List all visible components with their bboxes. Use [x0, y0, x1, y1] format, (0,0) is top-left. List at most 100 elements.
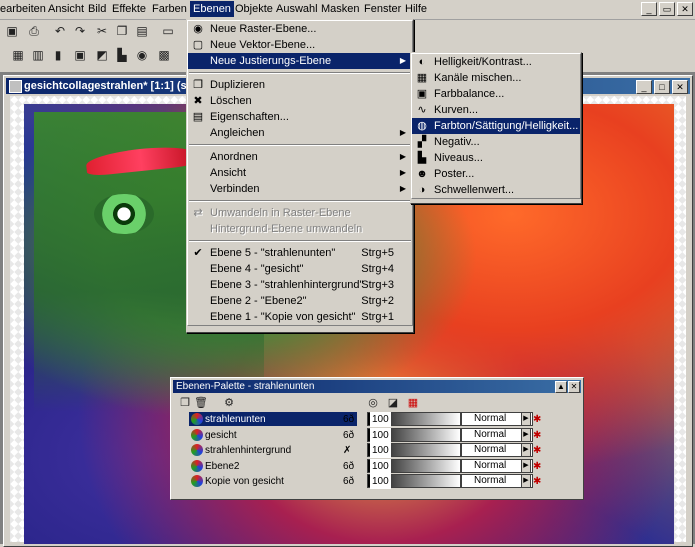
- menu-masken[interactable]: Masken: [321, 3, 360, 15]
- layer-opacity-slider[interactable]: 100: [367, 427, 461, 443]
- ebenen-item-ebene-3-strahlenhintergrund[interactable]: Ebene 3 - "strahlenhintergrund" Strg+3: [188, 277, 412, 293]
- layer-lock-icon[interactable]: ✱: [533, 428, 541, 443]
- cut-icon[interactable]: ✂: [94, 23, 110, 39]
- ebenen-item-ebene-4-gesicht[interactable]: Ebene 4 - "gesicht" Strg+4: [188, 261, 412, 277]
- brightness-icon: ◐: [418, 56, 426, 68]
- justierung-item-schwellenwert[interactable]: ◑ Schwellenwert...: [412, 182, 580, 198]
- histogram-icon[interactable]: ▙: [114, 47, 130, 63]
- layer-row[interactable]: Kopie von gesicht 6ð 100 Normal ▶ ✱: [177, 474, 547, 489]
- menu-bearbeiten[interactable]: earbeiten: [0, 3, 46, 15]
- menu-ansicht[interactable]: Ansicht: [48, 3, 84, 15]
- doc-minimize-icon[interactable]: _: [636, 80, 652, 94]
- screen-icon[interactable]: ▭: [160, 23, 176, 39]
- menu-objekte[interactable]: Objekte: [235, 3, 273, 15]
- menu-bild[interactable]: Bild: [88, 3, 106, 15]
- palette-title-bar[interactable]: Ebenen-Palette - strahlenunten ▲ ✕: [173, 380, 581, 393]
- print-icon[interactable]: ⎙: [26, 23, 42, 39]
- ebenen-item-ebene-5-strahlenunten[interactable]: ✔ Ebene 5 - "strahlenunten" Strg+5: [188, 245, 412, 261]
- mask-tab-icon[interactable]: ◪: [385, 395, 401, 411]
- layers-icon[interactable]: ◩: [94, 47, 110, 63]
- undo-icon[interactable]: ↶: [52, 23, 68, 39]
- menu-item-label: Eigenschaften...: [210, 111, 289, 123]
- close-icon[interactable]: ✕: [677, 2, 693, 16]
- ebenen-item-angleichen[interactable]: Angleichen ▶: [188, 125, 412, 141]
- palette-close-icon[interactable]: ✕: [568, 381, 580, 393]
- blend-dropdown-icon[interactable]: ▶: [521, 412, 531, 426]
- layer-name[interactable]: gesicht: [189, 428, 357, 442]
- layer-visibility-icon[interactable]: 6ð: [343, 428, 354, 443]
- ebenen-item-verbinden[interactable]: Verbinden ▶: [188, 181, 412, 197]
- layer-row[interactable]: gesicht 6ð 100 Normal ▶ ✱: [177, 427, 547, 443]
- justierung-item-poster[interactable]: ☻ Poster...: [412, 166, 580, 182]
- palette-pin-icon[interactable]: ▲: [555, 381, 567, 393]
- menu-ebenen[interactable]: Ebenen: [190, 1, 234, 17]
- layer-visibility-icon[interactable]: 6ð: [343, 412, 354, 427]
- blend-dropdown-icon[interactable]: ▶: [521, 458, 531, 473]
- layer-opacity-slider[interactable]: 100: [367, 458, 461, 474]
- paste-icon[interactable]: ▤: [134, 23, 150, 39]
- ebenen-item-ansicht[interactable]: Ansicht ▶: [188, 165, 412, 181]
- layer-name[interactable]: Ebene2: [189, 459, 357, 473]
- layer-opacity-slider[interactable]: 100: [367, 412, 461, 427]
- doc-close-icon[interactable]: ✕: [672, 80, 688, 94]
- layer-lock-icon[interactable]: ✱: [533, 412, 541, 427]
- justierung-item-niveaus[interactable]: ▙ Niveaus...: [412, 150, 580, 166]
- doc-maximize-icon[interactable]: □: [654, 80, 670, 94]
- minimize-icon[interactable]: _: [641, 2, 657, 16]
- grid-icon[interactable]: ▦: [10, 47, 26, 63]
- redo-icon[interactable]: ↷: [72, 23, 88, 39]
- layer-name[interactable]: strahlenunten: [189, 412, 357, 426]
- palette-icon[interactable]: ◉: [134, 47, 150, 63]
- layer-opacity-slider[interactable]: 100: [367, 443, 461, 458]
- layer-opacity-slider[interactable]: 100: [367, 474, 461, 489]
- menu-separator: [189, 72, 411, 74]
- justierung-item-negativ[interactable]: ▞ Negativ...: [412, 134, 580, 150]
- justierung-item-helligkeit-kontrast[interactable]: ◐ Helligkeit/Kontrast...: [412, 54, 580, 70]
- layer-name[interactable]: strahlenhintergrund: [189, 443, 357, 457]
- channels-tab-icon[interactable]: ▦: [405, 395, 421, 411]
- layer-row[interactable]: Ebene2 6ð 100 Normal ▶ ✱: [177, 458, 547, 474]
- tool-icon[interactable]: ▮: [50, 47, 66, 63]
- ebenen-item-neue-justierungs-ebene[interactable]: Neue Justierungs-Ebene ▶: [188, 53, 412, 69]
- blend-dropdown-icon[interactable]: ▶: [521, 443, 531, 457]
- layer-visibility-icon[interactable]: 6ð: [343, 459, 354, 474]
- layer-row[interactable]: strahlenunten 6ð 100 Normal ▶ ✱: [177, 412, 547, 427]
- overview-icon[interactable]: ▩: [156, 47, 172, 63]
- ebenen-item-ebene-2-ebene2[interactable]: Ebene 2 - "Ebene2" Strg+2: [188, 293, 412, 309]
- ebenen-item-löschen[interactable]: ✖ Löschen: [188, 93, 412, 109]
- justierung-item-kurven[interactable]: ∿ Kurven...: [412, 102, 580, 118]
- blend-dropdown-icon[interactable]: ▶: [521, 427, 531, 442]
- blend-dropdown-icon[interactable]: ▶: [521, 474, 531, 488]
- new-layer-icon[interactable]: ❐: [177, 395, 193, 411]
- layer-lock-icon[interactable]: ✱: [533, 459, 541, 474]
- ruler-icon[interactable]: ▥: [30, 47, 46, 63]
- menu-auswahl[interactable]: Auswahl: [276, 3, 318, 15]
- layer-visibility-icon[interactable]: 6ð: [343, 474, 354, 489]
- menu-hilfe[interactable]: Hilfe: [405, 3, 427, 15]
- delete-layer-icon[interactable]: 🗑: [193, 395, 209, 411]
- restore-icon[interactable]: ▭: [659, 2, 675, 16]
- justierung-item-farbbalance[interactable]: ▣ Farbbalance...: [412, 86, 580, 102]
- menu-farben[interactable]: Farben: [152, 3, 187, 15]
- menu-fenster[interactable]: Fenster: [364, 3, 401, 15]
- save-icon[interactable]: ▣: [4, 23, 20, 39]
- ebenen-item-ebene-1-kopie-von-gesicht[interactable]: Ebene 1 - "Kopie von gesicht" Strg+1: [188, 309, 412, 325]
- layer-lock-icon[interactable]: ✱: [533, 443, 541, 458]
- ebenen-item-neue-vektor-ebene[interactable]: ▢ Neue Vektor-Ebene...: [188, 37, 412, 53]
- layer-tab-icon[interactable]: ◎: [365, 395, 381, 411]
- ebenen-item-duplizieren[interactable]: ❐ Duplizieren: [188, 77, 412, 93]
- layer-visibility-icon[interactable]: ✗: [343, 443, 351, 458]
- ebenen-item-anordnen[interactable]: Anordnen ▶: [188, 149, 412, 165]
- justierung-item-farbton-sättigung-helligkeit[interactable]: ◍ Farbton/Sättigung/Helligkeit...: [412, 118, 580, 134]
- layer-properties-icon[interactable]: ⚙: [221, 395, 237, 411]
- layer-row[interactable]: strahlenhintergrund ✗ 100 Normal ▶ ✱: [177, 443, 547, 458]
- toolbox-icon[interactable]: ▣: [72, 47, 88, 63]
- ebenen-item-eigenschaften[interactable]: ▤ Eigenschaften...: [188, 109, 412, 125]
- layer-lock-icon[interactable]: ✱: [533, 474, 541, 489]
- ebenen-item-neue-raster-ebene[interactable]: ◉ Neue Raster-Ebene...: [188, 21, 412, 37]
- justierung-item-kanäle-mischen[interactable]: ▦ Kanäle mischen...: [412, 70, 580, 86]
- menu-effekte[interactable]: Effekte: [112, 3, 146, 15]
- copy-icon[interactable]: ❐: [114, 23, 130, 39]
- layer-name[interactable]: Kopie von gesicht: [189, 474, 357, 488]
- layer-opacity-value: 100: [370, 412, 391, 427]
